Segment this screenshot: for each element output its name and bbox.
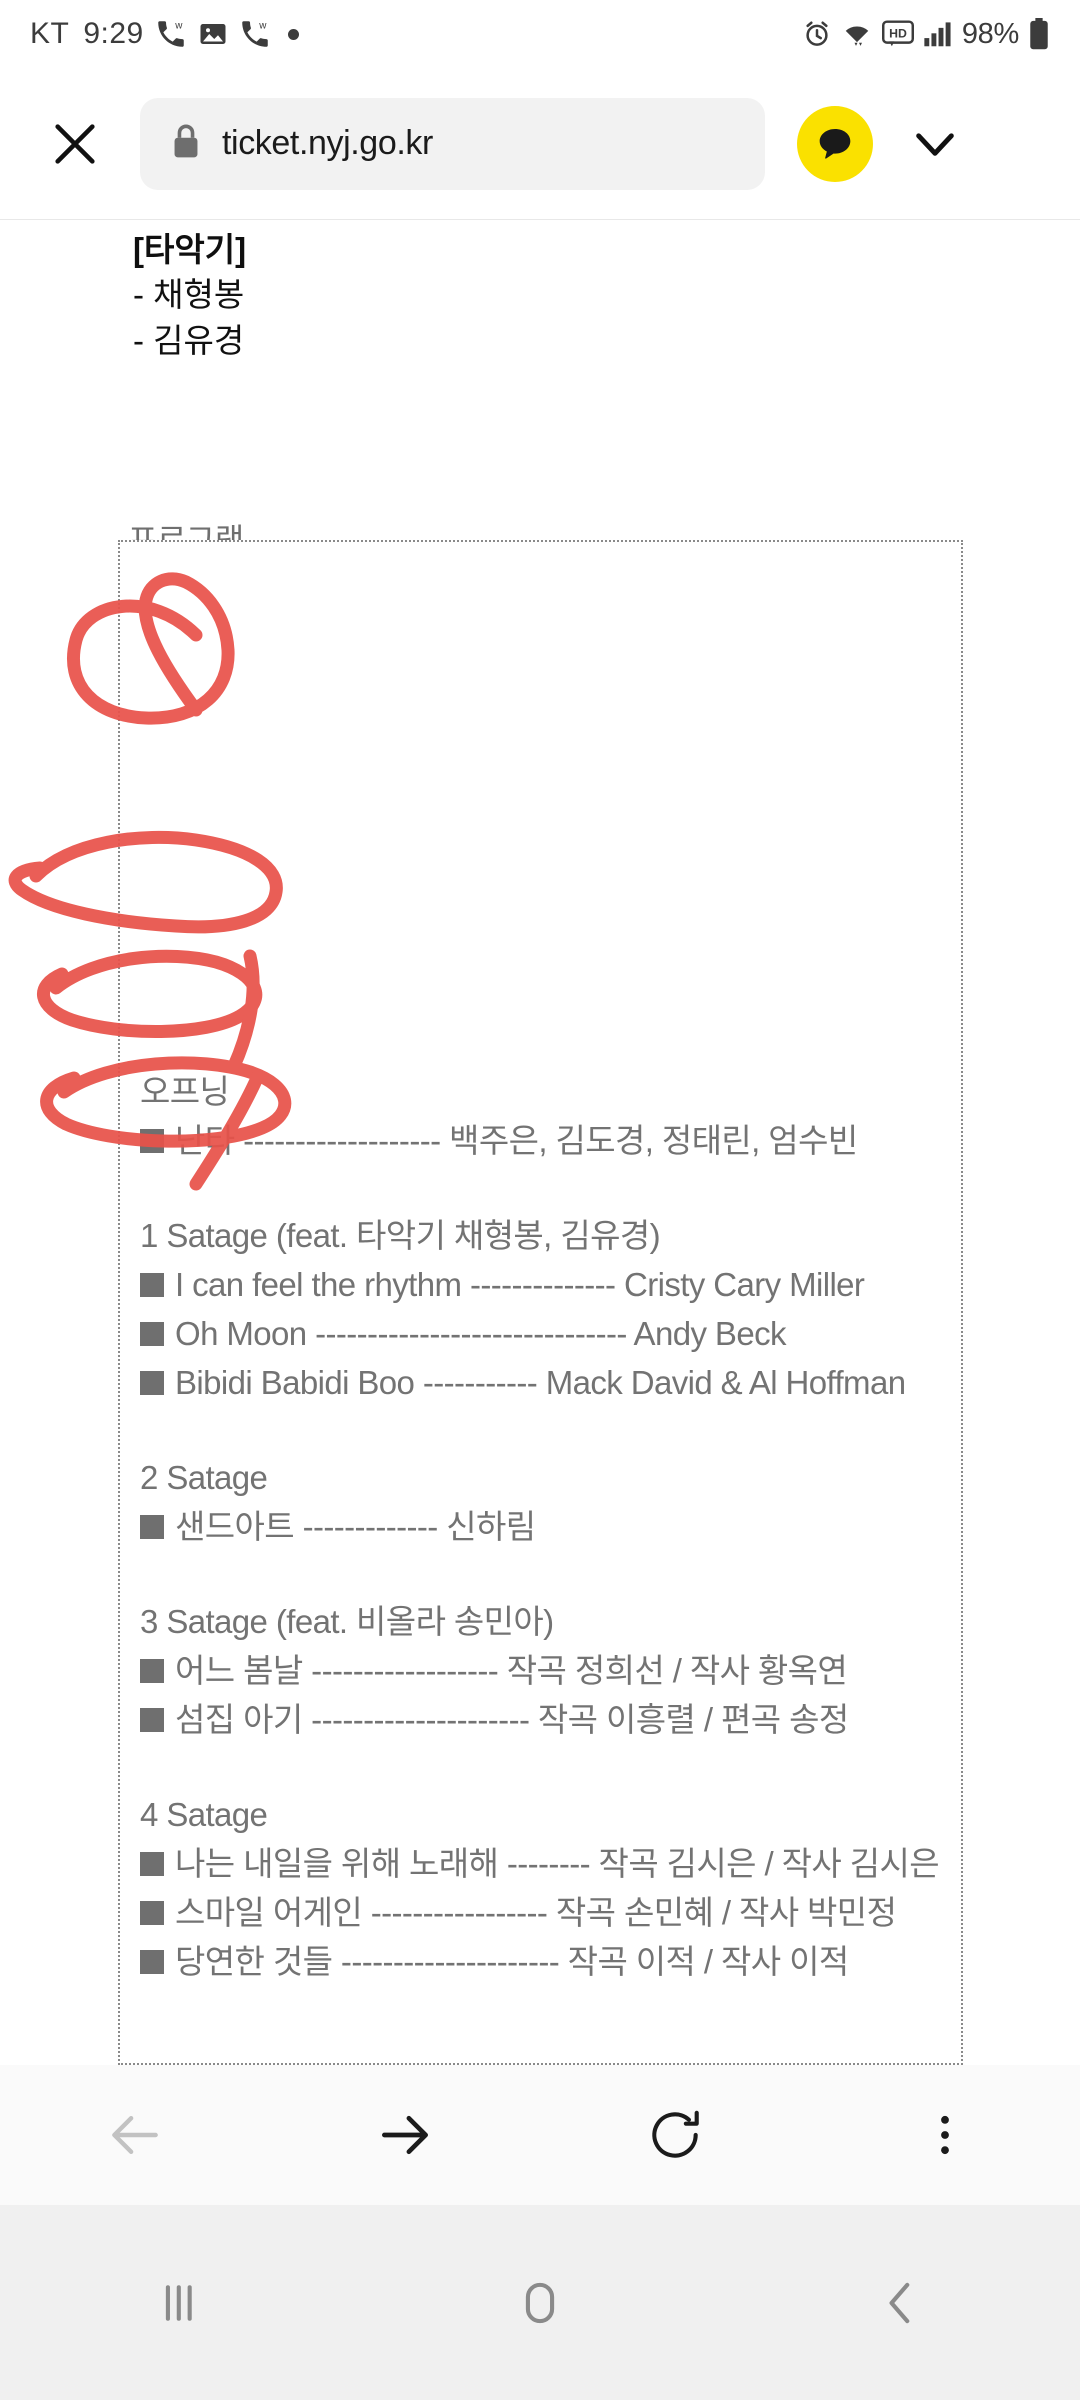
- spacer: [140, 1744, 950, 1790]
- browser-bottom-toolbar: [0, 2065, 1080, 2205]
- android-nav-bar: [0, 2205, 1080, 2400]
- webpage-content: [타악기] - 채형봉 - 김유경 프로그램 오프닝 난타 ----------…: [0, 220, 1080, 2065]
- browser-more-button[interactable]: [810, 2065, 1080, 2205]
- program-item-text: 샌드아트 ------------- 신하림: [175, 1508, 536, 1545]
- home-button[interactable]: [360, 2205, 720, 2400]
- carrier-label: KT: [30, 17, 69, 51]
- bullet-square-icon: [140, 1129, 164, 1153]
- performer-name-2: - 김유경: [133, 318, 246, 364]
- svg-text:HD: HD: [889, 27, 907, 41]
- program-item: 어느 봄날 ------------------ 작곡 정희선 / 작사 황옥연: [140, 1646, 950, 1695]
- spacer: [140, 1407, 950, 1453]
- program-item: I can feel the rhythm -------------- Cri…: [140, 1260, 950, 1309]
- bullet-square-icon: [140, 1852, 164, 1876]
- program-item-text: 섬집 아기 --------------------- 작곡 이흥렬 / 편곡 …: [175, 1701, 849, 1738]
- program-item: 당연한 것들 --------------------- 작곡 이적 / 작사 …: [140, 1937, 950, 1986]
- program-item: Bibidi Babidi Boo ----------- Mack David…: [140, 1358, 950, 1407]
- alarm-icon: [802, 19, 832, 49]
- bullet-square-icon: [140, 1659, 164, 1683]
- program-box: 오프닝 난타 ------------------- 백주은, 김도경, 정태린…: [118, 540, 963, 2065]
- browser-refresh-button[interactable]: [540, 2065, 810, 2205]
- program-group-title: 4 Satage: [140, 1790, 950, 1839]
- program-list: 오프닝 난타 ------------------- 백주은, 김도경, 정태린…: [140, 1067, 950, 1986]
- performer-header-block: [타악기] - 채형봉 - 김유경: [133, 228, 246, 364]
- bullet-square-icon: [140, 1515, 164, 1539]
- browser-forward-button[interactable]: [270, 2065, 540, 2205]
- program-item: 샌드아트 ------------- 신하림: [140, 1502, 950, 1551]
- bullet-square-icon: [140, 1708, 164, 1732]
- browser-back-button[interactable]: [0, 2065, 270, 2205]
- spacer: [140, 1551, 950, 1597]
- program-group-title: 1 Satage (feat. 타악기 채형봉, 김유경): [140, 1211, 950, 1260]
- status-bar: KT 9:29 w w HD: [0, 0, 1080, 68]
- browser-top-bar: ticket.nyj.go.kr: [0, 68, 1080, 220]
- spacer: [140, 1165, 950, 1211]
- chevron-down-icon[interactable]: [895, 104, 975, 184]
- dot-indicator-icon: [288, 29, 299, 40]
- program-item: 스마일 어게인 ----------------- 작곡 손민혜 / 작사 박민…: [140, 1888, 950, 1937]
- bullet-square-icon: [140, 1901, 164, 1925]
- bullet-square-icon: [140, 1273, 164, 1297]
- url-bar[interactable]: ticket.nyj.go.kr: [140, 98, 765, 190]
- program-item-text: 나는 내일을 위해 노래해 -------- 작곡 김시은 / 작사 김시은: [175, 1845, 939, 1882]
- program-item-text: Oh Moon ------------------------------ A…: [175, 1315, 786, 1352]
- program-item-text: 당연한 것들 --------------------- 작곡 이적 / 작사 …: [175, 1943, 849, 1980]
- status-bar-left: KT 9:29 w w: [30, 17, 299, 51]
- program-item: Oh Moon ------------------------------ A…: [140, 1309, 950, 1358]
- program-group-title: 3 Satage (feat. 비올라 송민아): [140, 1597, 950, 1646]
- bullet-square-icon: [140, 1950, 164, 1974]
- recents-button[interactable]: [0, 2205, 360, 2400]
- back-button[interactable]: [720, 2205, 1080, 2400]
- bullet-square-icon: [140, 1371, 164, 1395]
- program-item-text: I can feel the rhythm -------------- Cri…: [175, 1266, 864, 1303]
- wifi-icon: [841, 19, 873, 49]
- lock-icon: [170, 123, 202, 164]
- program-item-text: 스마일 어게인 ----------------- 작곡 손민혜 / 작사 박민…: [175, 1894, 896, 1931]
- program-item-text: 어느 봄날 ------------------ 작곡 정희선 / 작사 황옥연: [175, 1652, 847, 1689]
- svg-text:w: w: [258, 20, 267, 31]
- whocall-icon: w: [154, 17, 188, 51]
- performer-name-1: - 채형봉: [133, 272, 246, 318]
- close-button[interactable]: [40, 109, 110, 179]
- instrument-header: [타악기]: [133, 228, 246, 272]
- program-item: 난타 ------------------- 백주은, 김도경, 정태린, 엄수…: [140, 1116, 950, 1165]
- gallery-icon: [198, 19, 228, 49]
- battery-percent-label: 98%: [962, 18, 1019, 51]
- signal-icon: [923, 20, 953, 48]
- battery-icon: [1028, 18, 1050, 50]
- program-group-title: 2 Satage: [140, 1453, 950, 1502]
- url-text: ticket.nyj.go.kr: [222, 124, 433, 163]
- bullet-square-icon: [140, 1322, 164, 1346]
- kakao-chat-icon[interactable]: [797, 106, 873, 182]
- phone-screen: KT 9:29 w w HD: [0, 0, 1080, 2400]
- program-item: 나는 내일을 위해 노래해 -------- 작곡 김시은 / 작사 김시은: [140, 1839, 950, 1888]
- status-clock: 9:29: [83, 17, 143, 51]
- hd-voice-icon: HD: [882, 20, 914, 48]
- svg-text:w: w: [174, 20, 183, 31]
- program-item-text: Bibidi Babidi Boo ----------- Mack David…: [175, 1364, 905, 1401]
- program-group-title: 오프닝: [140, 1067, 950, 1116]
- whocall-icon-2: w: [238, 17, 272, 51]
- program-item: 섬집 아기 --------------------- 작곡 이흥렬 / 편곡 …: [140, 1695, 950, 1744]
- program-item-text: 난타 ------------------- 백주은, 김도경, 정태린, 엄수…: [175, 1122, 858, 1159]
- status-bar-right: HD 98%: [802, 18, 1050, 51]
